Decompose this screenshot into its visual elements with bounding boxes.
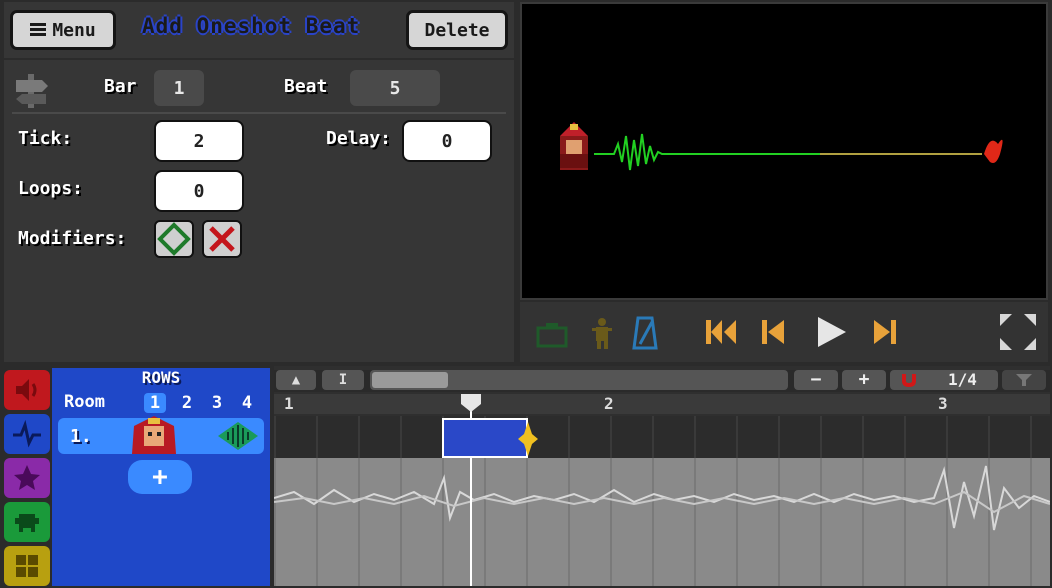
filter-button[interactable] [1002,370,1046,390]
heartbeat-icon [13,419,41,448]
character-icon[interactable] [590,316,614,350]
room-tab-2[interactable]: 2 [176,393,198,413]
modifier-remove-button[interactable] [202,220,242,258]
preview-screen [520,2,1048,300]
menu-label: Menu [52,19,96,41]
height-toggle-button[interactable]: I [322,370,364,390]
bar-number: 3 [938,394,948,413]
row-lane[interactable] [274,416,1050,458]
add-row-button[interactable]: + [128,460,192,494]
invader-icon [15,514,39,532]
snap-control[interactable]: 1/4 [890,370,998,390]
grid-icon [16,555,38,577]
room-tab-3[interactable]: 3 [206,393,228,413]
audio-waveform [274,465,1050,531]
tab-rooms[interactable] [4,546,50,586]
metronome-icon[interactable] [632,316,658,350]
samurai-avatar [132,416,176,454]
star-icon [14,465,40,490]
tab-sound[interactable] [4,370,50,410]
waveform-area[interactable] [274,458,1050,586]
loops-label: Loops: [18,178,84,199]
fullscreen-icon[interactable] [998,312,1038,352]
bar-number: 2 [604,394,614,413]
header-bar: Menu Add Oneshot Beat Delete [4,2,514,58]
game-icon[interactable] [536,318,568,350]
timeline-ruler[interactable]: 1 2 3 [274,394,1050,414]
room-tab-1[interactable]: 1 [144,393,166,413]
triangle-up-icon: ▲ [291,372,301,388]
transport-bar [520,302,1048,362]
speaker-icon [16,379,37,401]
beat-sound-icon [218,422,258,450]
hamburger-icon [30,23,47,37]
delay-field[interactable]: 0 [402,120,492,162]
menu-button[interactable]: Menu [10,10,116,50]
rows-panel: ROWS Room 1 2 3 4 1. + [52,368,270,586]
minus-icon: − [810,369,822,390]
delete-button[interactable]: Delete [406,10,508,50]
tab-actions[interactable] [4,458,50,498]
beat-value[interactable]: 5 [350,70,440,106]
bar-number: 1 [284,394,294,413]
beat-hit-marker-icon[interactable] [518,422,538,456]
scrollbar-thumb[interactable] [372,372,448,388]
room-tab-4[interactable]: 4 [236,393,258,413]
play-icon[interactable] [814,314,848,350]
next-icon[interactable] [872,316,898,348]
editor-tabs [4,368,52,586]
bar-value[interactable]: 1 [154,70,204,106]
tick-field[interactable]: 2 [154,120,244,162]
tab-rows[interactable] [4,414,50,454]
row-item[interactable]: 1. [58,416,264,454]
bar-label: Bar [104,76,137,97]
collapse-button[interactable]: ▲ [276,370,316,390]
loops-field[interactable]: 0 [154,170,244,212]
divider [12,112,506,114]
oneshot-beat-event[interactable] [442,418,528,458]
magnet-icon [902,374,916,387]
page-title: Add Oneshot Beat [142,14,361,38]
prev-icon[interactable] [760,316,786,348]
rows-title: ROWS [141,368,181,387]
snap-value: 1/4 [948,370,977,389]
zoom-out-button[interactable]: − [794,370,838,390]
diamond-icon [157,222,191,256]
x-icon [209,226,235,252]
modifier-add-button[interactable] [154,220,194,258]
timeline-panel: ▲ I − + 1/4 1 2 3 [274,366,1050,586]
signpost-icon [16,74,48,108]
inspector-panel: Bar 1 Beat 5 Tick: 2 Delay: 0 Loops: 0 M… [4,60,514,362]
tab-sprites[interactable] [4,502,50,542]
horizontal-scrollbar[interactable] [370,370,788,390]
playhead-marker-icon[interactable] [461,394,481,412]
delay-label: Delay: [326,128,392,149]
modifiers-label: Modifiers: [18,228,127,249]
row-number: 1. [70,426,92,447]
samurai-character [560,122,588,170]
preview-graphic [560,122,1003,171]
beat-label: Beat [284,76,328,97]
zoom-in-button[interactable]: + [842,370,886,390]
resize-icon: I [338,372,348,388]
room-label: Room [64,392,105,412]
tick-label: Tick: [18,128,73,149]
skip-start-icon[interactable] [704,316,738,348]
plus-icon: + [858,369,870,390]
filter-icon [1016,374,1032,386]
